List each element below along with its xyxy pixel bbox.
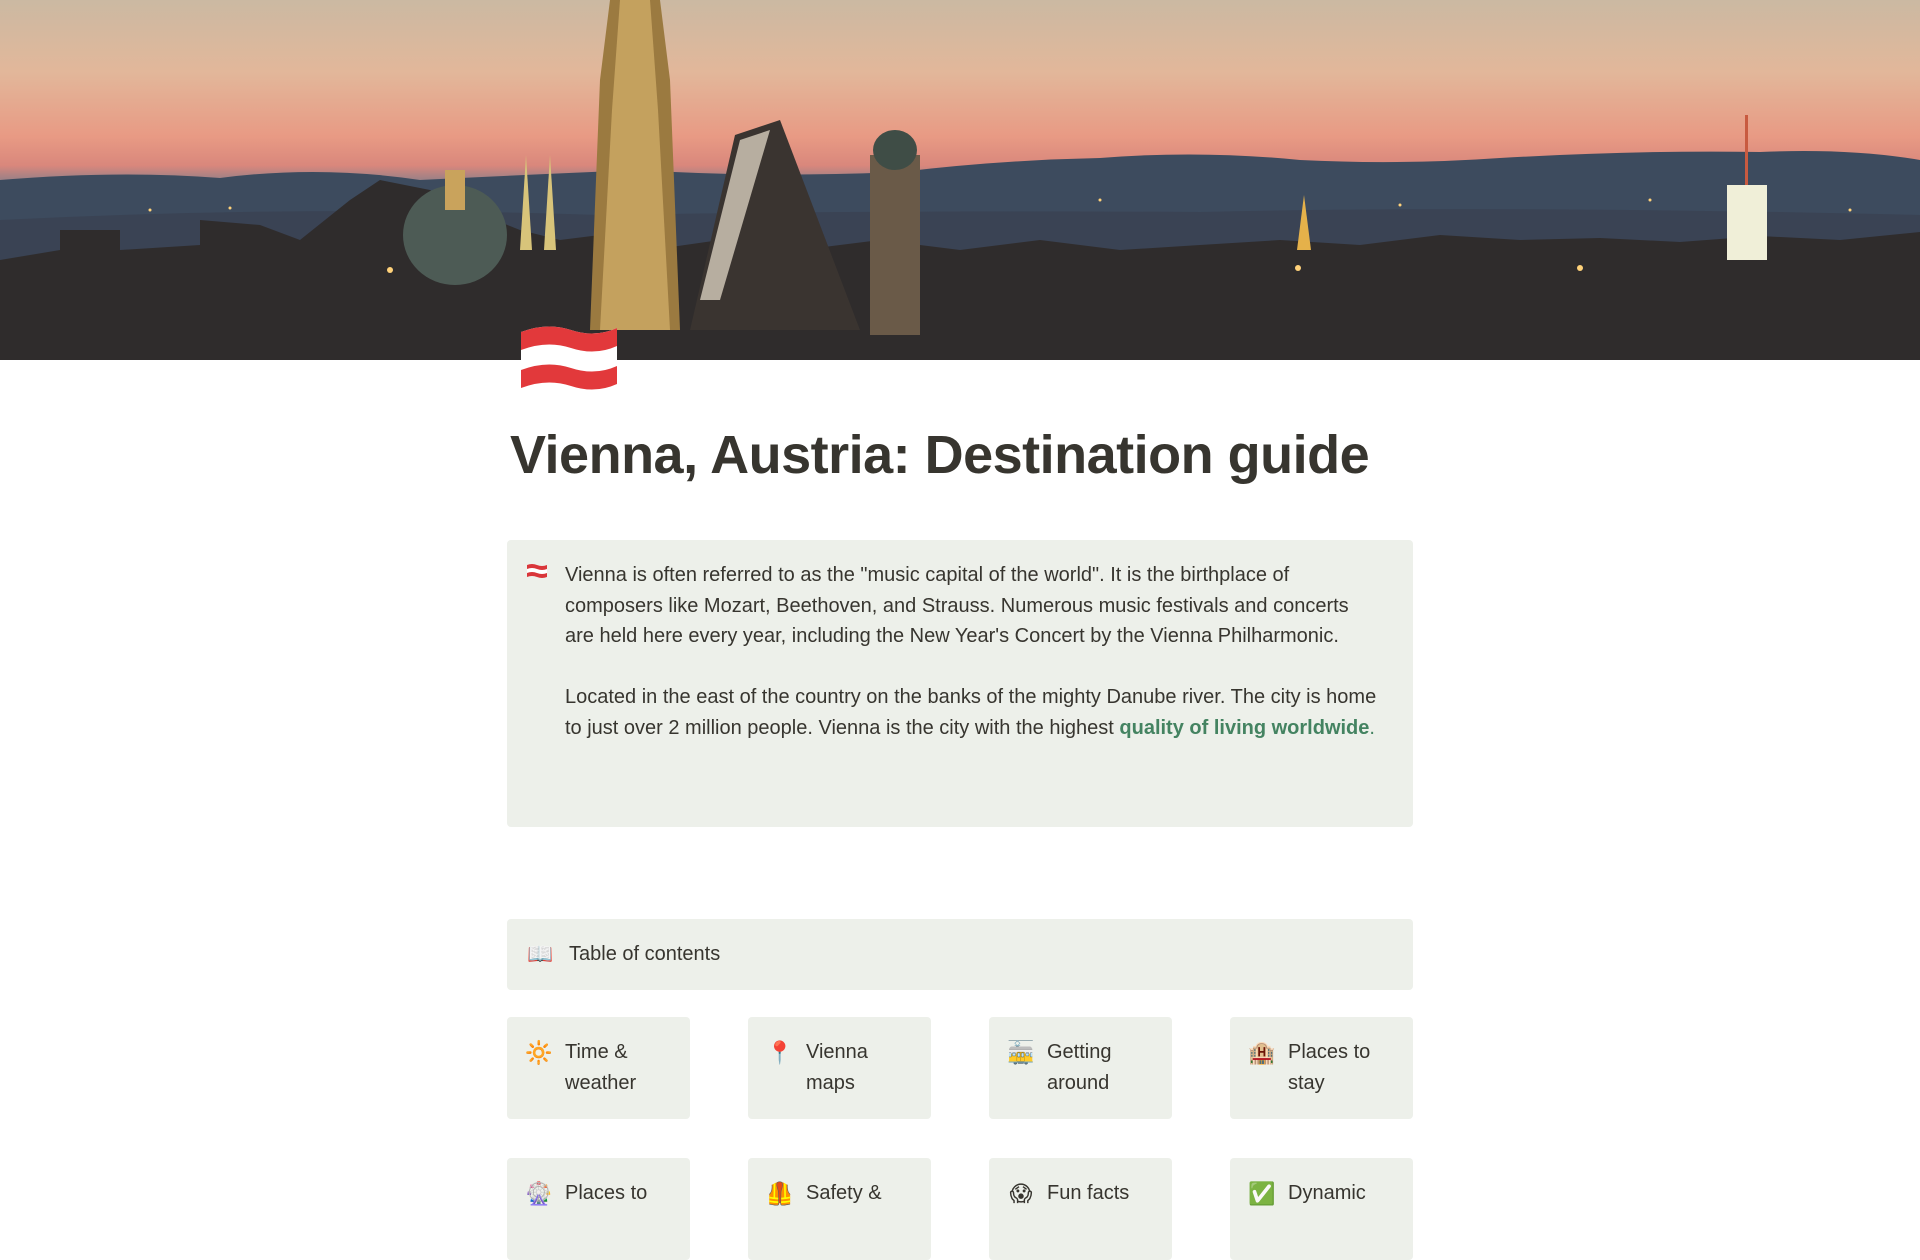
intro-paragraph-1: Vienna is often referred to as the "musi… [565,564,1349,648]
table-of-contents-callout: 📖 Table of contents [507,919,1413,990]
quality-of-living-link[interactable]: quality of living worldwide [1119,717,1369,739]
table-of-contents-heading: Table of contents [569,943,721,965]
toc-card-places-to-stay[interactable]: 🏨 Places to stay [1230,1017,1413,1119]
intro-callout: Vienna is often referred to as the "musi… [507,540,1413,827]
tram-icon: 🚋 [1007,1040,1035,1065]
cover-image [0,0,1920,360]
toc-card-label: Dynamic [1288,1182,1366,1204]
toc-card-places-to-visit[interactable]: 🎡 Places to [507,1158,690,1260]
toc-card-vienna-maps[interactable]: 📍 Vienna maps [748,1017,931,1119]
ferris-wheel-icon: 🎡 [525,1181,553,1206]
toc-card-fun-facts[interactable]: 😱 Fun facts [989,1158,1172,1260]
toc-card-label: Vienna maps [806,1041,868,1094]
hotel-icon: 🏨 [1248,1040,1276,1065]
intro-paragraph-2-period: . [1369,716,1375,739]
toc-card-label: Places to [565,1182,648,1204]
toc-card-safety[interactable]: 🦺 Safety & [748,1158,931,1260]
safety-vest-icon: 🦺 [766,1181,794,1206]
toc-card-time-weather[interactable]: 🔆 Time & weather [507,1017,690,1119]
cover-skyline-illustration [0,0,1920,360]
austria-flag-icon [527,564,547,578]
intro-paragraph-2: Located in the east of the country on th… [565,682,1377,743]
open-book-icon: 📖 [527,942,554,966]
check-mark-icon: ✅ [1248,1181,1276,1206]
toc-card-label: Getting around [1047,1041,1112,1094]
toc-card-label: Fun facts [1047,1182,1130,1204]
sun-icon: 🔆 [525,1040,553,1065]
toc-card-label: Safety & [806,1182,882,1204]
page-icon-austria-flag[interactable] [517,322,621,394]
pin-icon: 📍 [766,1040,794,1065]
toc-card-label: Time & weather [565,1041,637,1094]
toc-card-getting-around[interactable]: 🚋 Getting around [989,1017,1172,1119]
toc-card-dynamic[interactable]: ✅ Dynamic [1230,1158,1413,1260]
page-title[interactable]: Vienna, Austria: Destination guide [510,420,1370,490]
toc-card-label: Places to stay [1288,1041,1371,1094]
screaming-face-icon: 😱 [1009,1181,1033,1206]
